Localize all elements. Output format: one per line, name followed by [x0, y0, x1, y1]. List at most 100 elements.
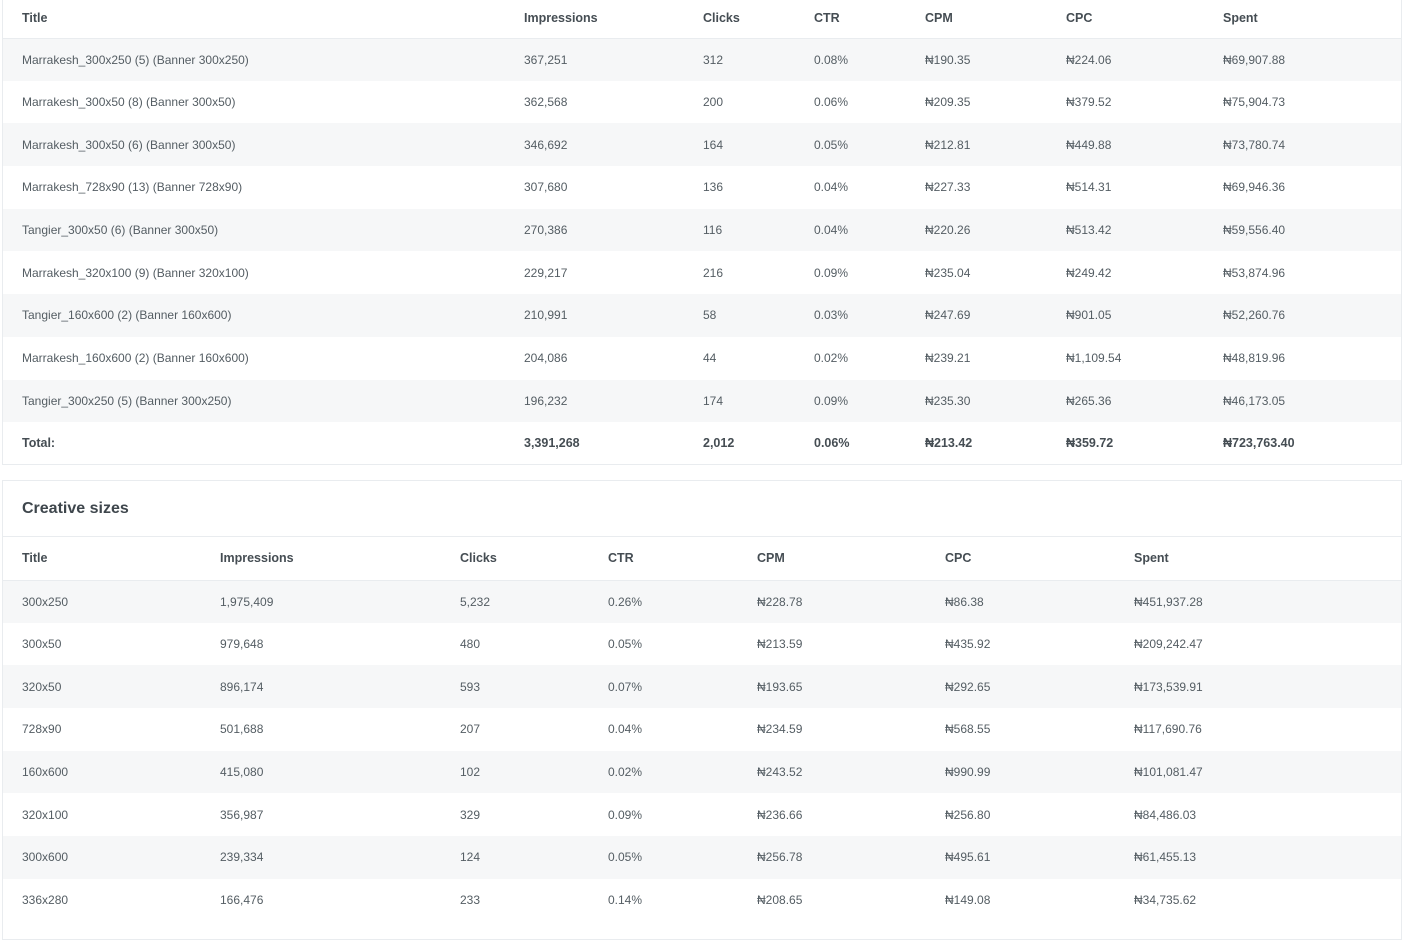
cell-cpm: ₦220.26	[925, 223, 971, 238]
cell-title: Marrakesh_728x90 (13) (Banner 728x90)	[22, 180, 243, 195]
column-header-cpm[interactable]: CPM	[738, 537, 926, 581]
cell-impressions: 307,680	[524, 180, 568, 195]
table-row: Tangier_300x50 (6) (Banner 300x50) 270,38…	[3, 208, 1401, 252]
cell-cpc: ₦495.61	[945, 850, 991, 865]
column-header-clicks[interactable]: Clicks	[684, 0, 795, 39]
column-header-clicks[interactable]: Clicks	[441, 537, 589, 581]
banners-report-panel: Title Impressions Clicks CTR CPM CPC Spent Mar…	[2, 0, 1402, 465]
table-row: Marrakesh_300x50 (8) (Banner 300x50) 362,…	[3, 81, 1401, 124]
column-header-title[interactable]: Title	[3, 0, 505, 39]
table-row: Marrakesh_300x50 (6) (Banner 300x50) 346,…	[3, 123, 1401, 167]
cell-impressions: 204,086	[524, 351, 568, 366]
cell-impressions: 270,386	[524, 223, 568, 238]
cell-cpm: ₦239.21	[925, 351, 971, 366]
cell-clicks: 136	[703, 180, 724, 195]
table-row: 320x100 356,987 329 0.09% ₦236.66 ₦256.80 ₦84,…	[3, 793, 1401, 836]
cell-ctr: 0.07%	[608, 679, 643, 694]
cell-ctr: 0.06%	[814, 95, 849, 110]
cell-spent: ₦84,486.03	[1134, 807, 1197, 822]
cell-impressions: 229,217	[524, 265, 568, 280]
cell-impressions: 210,991	[524, 308, 568, 323]
cell-ctr: 0.05%	[814, 137, 849, 152]
column-header-cpm[interactable]: CPM	[906, 0, 1047, 39]
total-spent: ₦723,763.40	[1223, 436, 1295, 451]
cell-spent: ₦73,780.74	[1223, 137, 1286, 152]
column-header-impressions[interactable]: Impressions	[505, 0, 684, 39]
total-cpc: ₦359.72	[1066, 436, 1114, 451]
cell-cpm: ₦209.35	[925, 95, 971, 110]
cell-ctr: 0.09%	[814, 393, 849, 408]
table-header-row: Title Impressions Clicks CTR CPM CPC Spent	[3, 0, 1401, 39]
column-header-impressions[interactable]: Impressions	[201, 537, 441, 581]
cell-ctr: 0.26%	[608, 594, 643, 609]
cell-impressions: 196,232	[524, 393, 568, 408]
cell-spent: ₦117,690.76	[1134, 722, 1202, 737]
cell-clicks: 216	[703, 265, 724, 280]
column-header-ctr[interactable]: CTR	[589, 537, 738, 581]
cell-cpm: ₦235.04	[925, 265, 971, 280]
total-label: Total:	[22, 436, 56, 451]
total-ctr: 0.06%	[814, 436, 850, 451]
cell-clicks: 58	[703, 308, 717, 323]
cell-impressions: 501,688	[220, 722, 264, 737]
cell-cpm: ₦212.81	[925, 137, 971, 152]
column-header-spent[interactable]: Spent	[1115, 537, 1401, 581]
column-header-cpc[interactable]: CPC	[926, 537, 1115, 581]
cell-ctr: 0.08%	[814, 52, 849, 67]
cell-spent: ₦451,937.28	[1134, 594, 1203, 609]
cell-spent: ₦53,874.96	[1223, 265, 1286, 280]
cell-ctr: 0.04%	[608, 722, 643, 737]
cell-cpm: ₦243.52	[757, 765, 803, 780]
cell-spent: ₦34,735.62	[1134, 893, 1197, 908]
cell-impressions: 239,334	[220, 850, 264, 865]
cell-cpm: ₦190.35	[925, 52, 971, 67]
cell-clicks: 233	[460, 893, 481, 908]
table-header-row: Title Impressions Clicks CTR CPM CPC Spent	[3, 537, 1401, 581]
cell-cpc: ₦86.38	[945, 594, 984, 609]
cell-cpm: ₦228.78	[757, 594, 803, 609]
cell-cpm: ₦256.78	[757, 850, 803, 865]
cell-spent: ₦46,173.05	[1223, 393, 1286, 408]
table-row: 300x50 979,648 480 0.05% ₦213.59 ₦435.92 ₦209,…	[3, 623, 1401, 666]
cell-cpc: ₦514.31	[1066, 180, 1112, 195]
cell-clicks: 102	[460, 765, 481, 780]
cell-impressions: 415,080	[220, 765, 264, 780]
section-title: Creative sizes	[22, 499, 129, 517]
cell-spent: ₦61,455.13	[1134, 850, 1197, 865]
cell-impressions: 362,568	[524, 95, 568, 110]
cell-title: Tangier_300x250 (5) (Banner 300x250)	[22, 393, 232, 408]
cell-ctr: 0.04%	[814, 180, 849, 195]
column-header-ctr[interactable]: CTR	[795, 0, 906, 39]
cell-title: 300x50	[22, 637, 62, 652]
cell-cpc: ₦256.80	[945, 807, 991, 822]
cell-cpc: ₦292.65	[945, 679, 991, 694]
total-impressions: 3,391,268	[524, 436, 580, 451]
cell-clicks: 329	[460, 807, 481, 822]
cell-impressions: 356,987	[220, 807, 264, 822]
cell-cpm: ₦213.59	[757, 637, 803, 652]
cell-ctr: 0.05%	[608, 637, 643, 652]
cell-cpc: ₦149.08	[945, 893, 991, 908]
column-header-spent[interactable]: Spent	[1204, 0, 1401, 39]
column-header-cpc[interactable]: CPC	[1047, 0, 1204, 39]
cell-ctr: 0.02%	[608, 765, 643, 780]
table-row: 320x50 896,174 593 0.07% ₦193.65 ₦292.65 ₦173,…	[3, 665, 1401, 709]
cell-ctr: 0.03%	[814, 308, 849, 323]
creative-sizes-panel: Creative sizes Title Impressions Clicks CTR…	[2, 480, 1402, 940]
cell-clicks: 207	[460, 722, 481, 737]
table-row: 728x90 501,688 207 0.04% ₦234.59 ₦568.55 ₦117,…	[3, 708, 1401, 751]
cell-title: Marrakesh_300x250 (5) (Banner 300x250)	[22, 52, 249, 67]
cell-title: 320x50	[22, 679, 62, 694]
cell-spent: ₦209,242.47	[1134, 637, 1203, 652]
total-clicks: 2,012	[703, 436, 735, 451]
cell-title: Marrakesh_300x50 (8) (Banner 300x50)	[22, 95, 236, 110]
cell-cpc: ₦449.88	[1066, 137, 1112, 152]
cell-title: 728x90	[22, 722, 62, 737]
cell-cpm: ₦208.65	[757, 893, 803, 908]
cell-cpc: ₦568.55	[945, 722, 991, 737]
table-row: 336x280 166,476 233 0.14% ₦208.65 ₦149.08 ₦34,…	[3, 879, 1401, 922]
table-row: 300x250 1,975,409 5,232 0.26% ₦228.78 ₦86.38 ₦…	[3, 580, 1401, 623]
cell-ctr: 0.05%	[608, 850, 643, 865]
cell-cpc: ₦513.42	[1066, 223, 1112, 238]
column-header-title[interactable]: Title	[3, 537, 201, 581]
